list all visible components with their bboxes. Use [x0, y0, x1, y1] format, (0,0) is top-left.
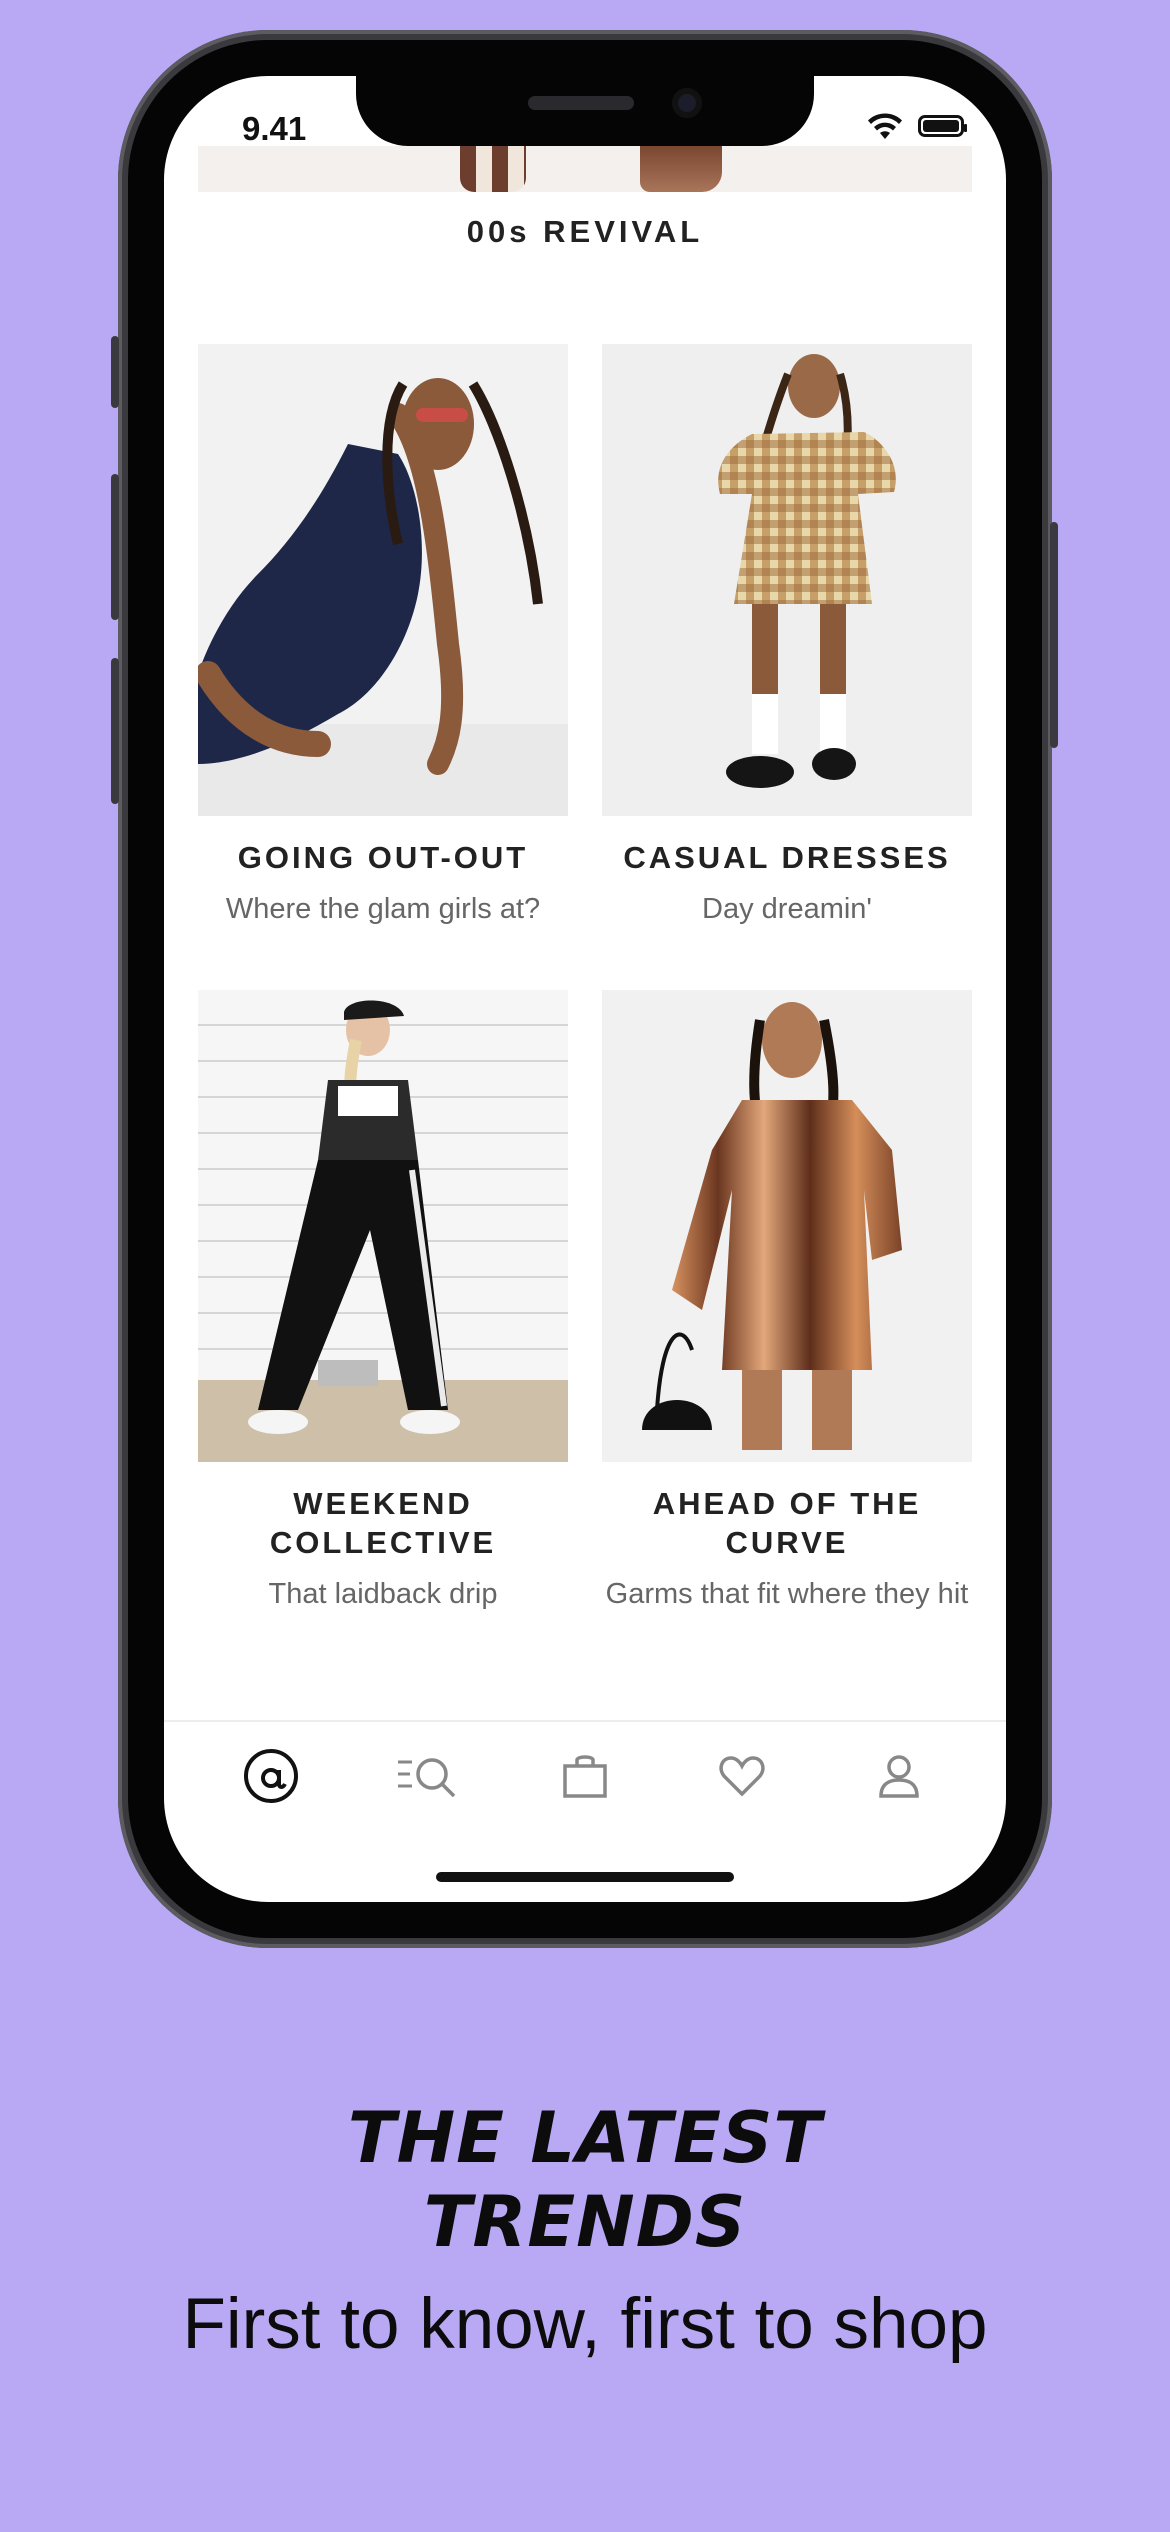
tab-search[interactable] — [386, 1734, 470, 1818]
promo-subheadline: First to know, first to shop — [182, 2285, 988, 2364]
search-list-icon — [397, 1758, 456, 1798]
heart-icon — [719, 1756, 765, 1797]
speaker — [528, 96, 634, 110]
card-title: WEEKEND COLLECTIVE — [269, 1486, 497, 1560]
card-image[interactable] — [198, 344, 568, 816]
trend-card-going-out[interactable]: GOING OUT-OUT Where the glam girls at? — [198, 344, 568, 929]
card-subtitle: Where the glam girls at? — [225, 893, 541, 925]
trend-card-ahead-of-the-curve[interactable]: AHEAD OF THE CURVE Garms that fit where … — [602, 990, 972, 1614]
model-photo — [198, 378, 568, 816]
card-title: AHEAD OF THE CURVE — [652, 1486, 922, 1560]
bag-icon — [563, 1755, 607, 1798]
card-title: GOING OUT-OUT — [237, 840, 529, 875]
model-photo — [642, 1002, 902, 1450]
promo-headline-line1: THE LATEST — [347, 2097, 823, 2179]
status-time: 9.41 — [242, 110, 307, 147]
trend-card-weekend-collective[interactable]: WEEKEND COLLECTIVE That laidback drip — [198, 990, 568, 1614]
mute-switch — [111, 336, 119, 408]
section-title: 00s REVIVAL — [466, 214, 704, 249]
trend-card-casual-dresses[interactable]: CASUAL DRESSES Day dreamin' — [602, 344, 972, 929]
card-subtitle: Day dreamin' — [702, 893, 872, 925]
card-image[interactable] — [602, 344, 972, 816]
notch — [356, 76, 814, 146]
volume-down-button — [111, 658, 119, 804]
card-title: CASUAL DRESSES — [623, 840, 951, 875]
tab-bag[interactable] — [543, 1734, 627, 1818]
battery-icon — [918, 115, 967, 137]
account-icon — [879, 1755, 920, 1798]
card-subtitle: Garms that fit where they hit — [605, 1578, 969, 1610]
tab-saved[interactable] — [700, 1734, 784, 1818]
wifi-icon — [868, 113, 902, 139]
model-photo — [198, 1000, 568, 1462]
home-indicator[interactable] — [436, 1872, 734, 1882]
promo-headline-line2: TRENDS — [423, 2181, 747, 2263]
card-image[interactable] — [198, 990, 568, 1462]
status-icons — [866, 112, 967, 140]
model-photo — [718, 354, 896, 788]
card-image[interactable] — [602, 990, 972, 1462]
card-subtitle: That laidback drip — [268, 1578, 498, 1610]
tab-account[interactable] — [857, 1734, 941, 1818]
tab-home[interactable] — [229, 1734, 313, 1818]
previous-section-image[interactable] — [198, 146, 972, 192]
front-camera — [672, 88, 702, 118]
volume-up-button — [111, 474, 119, 620]
promo-headline: THE LATEST TRENDS — [0, 2096, 1170, 2264]
power-button — [1050, 522, 1058, 748]
asos-home-icon — [243, 1749, 298, 1803]
bottom-tab-bar — [164, 1720, 1006, 1830]
app-screen: 9.41 00s REVIVAL GOING OUT-OUT Where the… — [164, 76, 1006, 1902]
